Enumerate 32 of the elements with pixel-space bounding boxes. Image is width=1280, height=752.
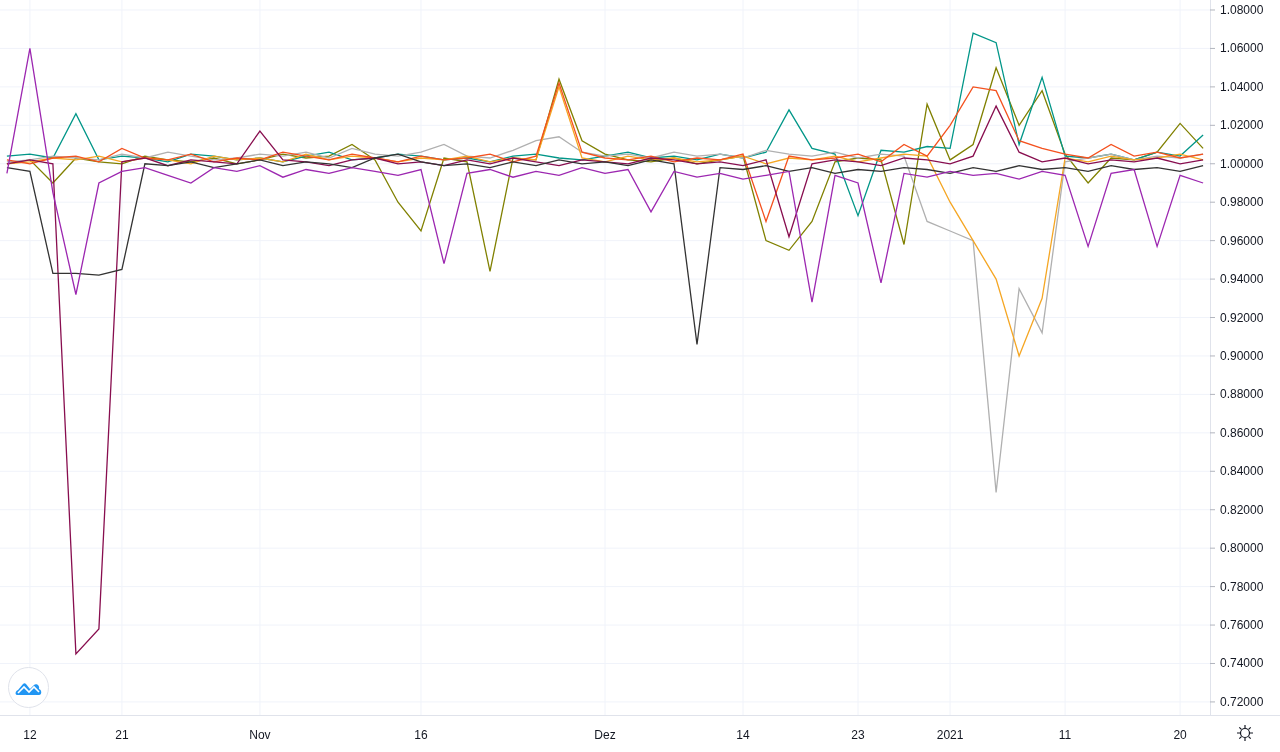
axis-label: 0.92000 <box>1220 310 1264 325</box>
axis-label: 1.00000 <box>1220 156 1264 171</box>
axis-label: 1.04000 <box>1220 79 1264 94</box>
axis-label: 0.96000 <box>1220 233 1264 248</box>
axis-label: 0.74000 <box>1220 656 1264 671</box>
axis-label: 12 <box>23 728 37 742</box>
axis-label: 0.72000 <box>1220 694 1264 709</box>
axis-label: 0.80000 <box>1220 541 1264 556</box>
settings-button[interactable] <box>1234 722 1256 744</box>
axis-label: 0.82000 <box>1220 502 1264 517</box>
axis-label: 2021 <box>936 728 964 742</box>
logo-button[interactable] <box>8 667 49 708</box>
axis-label: 1.02000 <box>1220 118 1264 133</box>
axis-label: 16 <box>414 728 428 742</box>
axis-label: Nov <box>249 728 271 742</box>
axis-label: 23 <box>851 728 865 742</box>
axis-label: 20 <box>1173 728 1187 742</box>
axis-label: 1.06000 <box>1220 41 1264 56</box>
axis-label: 21 <box>115 728 129 742</box>
axis-label: 0.88000 <box>1220 387 1264 402</box>
settings-icon <box>1236 724 1254 742</box>
axis-label: 0.86000 <box>1220 425 1264 440</box>
axis-label: 0.90000 <box>1220 348 1264 363</box>
axis-label: 1.08000 <box>1220 3 1264 17</box>
axis-label: 14 <box>736 728 750 742</box>
axis-label: 0.76000 <box>1220 618 1264 633</box>
axis-label: 0.78000 <box>1220 579 1264 594</box>
axis-label: 11 <box>1058 728 1072 742</box>
axis-label: 0.84000 <box>1220 464 1264 479</box>
axis-label: 0.98000 <box>1220 195 1264 210</box>
axis-label: 0.94000 <box>1220 272 1264 287</box>
axis-label: Dez <box>594 728 616 742</box>
